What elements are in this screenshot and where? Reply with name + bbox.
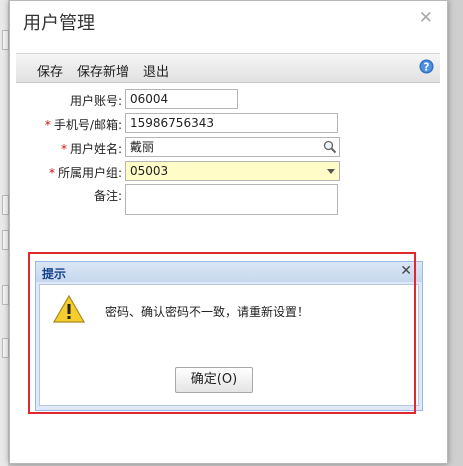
name-row: * 用户姓名: 戴丽	[10, 137, 447, 159]
help-icon[interactable]: ?	[419, 59, 434, 74]
group-label-text: 所属用户组:	[57, 166, 122, 180]
svg-text:?: ?	[424, 61, 430, 73]
background-page	[0, 0, 9, 466]
name-value: 戴丽	[130, 140, 155, 154]
background-field	[2, 30, 9, 50]
group-row: * 所属用户组: 05003	[10, 161, 447, 183]
account-row: 用户账号: 06004	[10, 89, 447, 111]
close-icon[interactable]: ✕	[419, 8, 433, 28]
dialog-title: 用户管理	[23, 13, 95, 34]
background-field	[2, 195, 9, 215]
phone-email-label-text: 手机号/邮箱:	[53, 118, 122, 132]
background-field	[2, 285, 9, 305]
group-label: * 所属用户组:	[49, 164, 122, 181]
highlight-frame	[28, 252, 416, 414]
remark-label: 备注:	[93, 189, 122, 203]
name-label-text: 用户姓名:	[69, 142, 122, 156]
background-field	[2, 230, 9, 250]
remark-row: 备注:	[10, 184, 447, 215]
phone-email-input[interactable]: 15986756343	[125, 113, 338, 133]
toolbar: 保存 保存新增 退出 ?	[16, 53, 440, 83]
exit-button[interactable]: 退出	[143, 61, 169, 80]
save-button[interactable]: 保存	[37, 61, 63, 80]
background-field	[2, 338, 9, 358]
group-value: 05003	[130, 164, 169, 178]
chevron-down-icon[interactable]	[327, 169, 335, 174]
required-mark: *	[48, 166, 55, 180]
phone-email-row: * 手机号/邮箱: 15986756343	[10, 113, 447, 135]
save-and-new-button[interactable]: 保存新增	[77, 61, 129, 80]
account-input[interactable]: 06004	[125, 89, 238, 109]
name-input[interactable]: 戴丽	[125, 137, 340, 157]
group-select[interactable]: 05003	[125, 161, 340, 181]
required-mark: *	[44, 118, 51, 132]
phone-email-label: * 手机号/邮箱:	[45, 116, 122, 133]
name-label: * 用户姓名:	[61, 140, 122, 157]
required-mark: *	[60, 142, 67, 156]
search-icon[interactable]	[323, 140, 337, 154]
account-label: 用户账号:	[69, 94, 122, 108]
remark-textarea[interactable]	[125, 184, 338, 215]
